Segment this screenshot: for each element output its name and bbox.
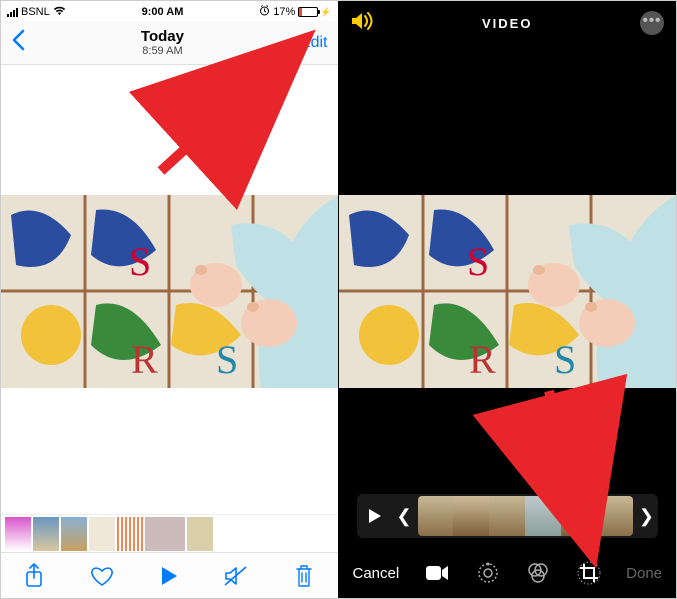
- back-button[interactable]: [11, 27, 25, 58]
- trim-handle-right[interactable]: ❯: [637, 506, 656, 527]
- page-title: Today: [141, 28, 184, 45]
- status-bar: BSNL 9:00 AM 17% ⚡: [1, 1, 338, 21]
- edit-button[interactable]: Edit: [300, 34, 328, 52]
- video-tool-icon[interactable]: [425, 565, 449, 581]
- play-button[interactable]: [160, 566, 178, 586]
- clock-label: 9:00 AM: [142, 6, 184, 18]
- video-edit-screen: VIDEO ••• R S S: [339, 1, 677, 598]
- share-button[interactable]: [24, 563, 44, 589]
- signal-icon: [7, 8, 18, 17]
- delete-button[interactable]: [294, 564, 314, 588]
- charging-icon: ⚡: [320, 7, 331, 18]
- frame-track[interactable]: [418, 496, 633, 536]
- page-subtitle: 8:59 AM: [141, 45, 184, 57]
- svg-text:S: S: [467, 239, 489, 284]
- scrubber-play-button[interactable]: [359, 496, 391, 536]
- edit-footer: Cancel Done: [339, 548, 677, 598]
- edit-tools: [425, 561, 601, 585]
- toolbar: [1, 552, 338, 598]
- svg-text:S: S: [216, 337, 238, 382]
- video-scrubber[interactable]: ❮ ❯: [357, 494, 659, 538]
- video-canvas[interactable]: R S S: [339, 195, 677, 388]
- title-block: Today 8:59 AM: [141, 28, 184, 57]
- wifi-icon: [53, 6, 66, 19]
- cancel-button[interactable]: Cancel: [353, 565, 400, 582]
- svg-text:R: R: [131, 337, 158, 382]
- crop-tool-icon[interactable]: [577, 561, 601, 585]
- adjust-tool-icon[interactable]: [477, 562, 499, 584]
- thumbnail-strip[interactable]: [1, 514, 338, 552]
- battery-icon: [298, 7, 318, 17]
- video-preview[interactable]: R S S: [1, 195, 339, 388]
- edit-header: VIDEO •••: [339, 1, 677, 45]
- svg-text:S: S: [554, 337, 576, 382]
- nav-bar: Today 8:59 AM Edit: [1, 21, 338, 65]
- svg-text:R: R: [469, 337, 496, 382]
- filters-tool-icon[interactable]: [527, 563, 549, 583]
- more-button[interactable]: •••: [640, 11, 664, 35]
- edit-title: VIDEO: [482, 16, 532, 31]
- svg-text:S: S: [129, 239, 151, 284]
- volume-icon[interactable]: [351, 12, 375, 35]
- carrier-label: BSNL: [21, 6, 50, 18]
- mute-button[interactable]: [224, 566, 248, 586]
- favorite-button[interactable]: [90, 565, 114, 587]
- photos-view-screen: BSNL 9:00 AM 17% ⚡: [1, 1, 339, 598]
- alarm-icon: [259, 5, 270, 19]
- trim-handle-left[interactable]: ❮: [395, 506, 414, 527]
- battery-percent: 17%: [273, 6, 295, 18]
- done-button[interactable]: Done: [626, 565, 662, 582]
